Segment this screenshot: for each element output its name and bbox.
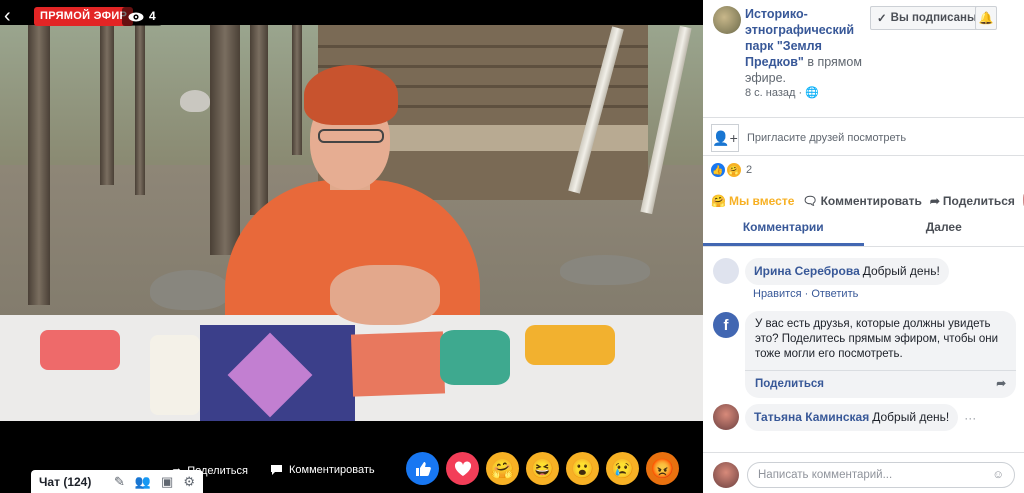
share-arrow-icon: ➦: [996, 378, 1006, 390]
viewer-count: 4: [122, 7, 162, 26]
check-icon: ✓: [877, 13, 887, 25]
rag-doll: [150, 335, 200, 415]
live-video-viewer: ‹ ПРЯМОЙ ЭФИР 4 ➦ Поделиться Комментиров…: [0, 0, 1024, 493]
share-suggestion-link[interactable]: Поделиться ➦: [755, 377, 1006, 392]
reaction-angry-icon[interactable]: 😡: [646, 452, 679, 485]
reaction-sad-icon[interactable]: 😢: [606, 452, 639, 485]
panel-tabs: Комментарии Далее: [703, 214, 1024, 246]
bell-icon[interactable]: 🔔: [975, 6, 997, 30]
share-suggestion-card: У вас есть друзья, которые должны увидет…: [745, 311, 1016, 398]
video-player[interactable]: ‹ ПРЯМОЙ ЭФИР 4 ➦ Поделиться Комментиров…: [0, 0, 703, 493]
reaction-love-icon[interactable]: [446, 452, 479, 485]
reaction-wow-icon[interactable]: 😮: [566, 452, 599, 485]
invite-friends-button[interactable]: 👤+ Пригласите друзей посмотреть: [711, 124, 906, 152]
subscribed-button[interactable]: ✓ Вы подписаны: [870, 6, 984, 30]
comment-text: Добрый день!: [872, 410, 950, 424]
like-link[interactable]: Нравится: [753, 288, 802, 300]
emoji-icon[interactable]: ☺: [992, 469, 1004, 481]
care-mini-icon: 🤗: [727, 163, 741, 177]
comment-icon: 🗨: [802, 194, 818, 208]
share-button[interactable]: ➦ Поделиться: [930, 194, 1015, 208]
share-arrow-icon: ➦: [929, 194, 940, 208]
reaction-care-icon[interactable]: 🤗: [486, 452, 519, 485]
comment-bubble: Ирина Сереброва Добрый день!: [745, 258, 949, 285]
gear-icon[interactable]: ⚙: [183, 474, 195, 490]
post-actions: 🤗 Мы вместе 🗨 Комментировать ➦ Поделитьс…: [711, 194, 1024, 208]
comment-item: Ирина Сереброва Добрый день!: [713, 258, 949, 285]
page-avatar[interactable]: [713, 6, 741, 34]
reaction-like-icon[interactable]: [406, 452, 439, 485]
comment-input[interactable]: Написать комментарий... ☺: [747, 462, 1015, 488]
tab-next[interactable]: Далее: [864, 214, 1024, 246]
comment-item: Татьяна Каминская Добрый день! ···: [713, 404, 976, 431]
video-comment-button[interactable]: Комментировать: [270, 464, 375, 476]
add-friend-icon: 👤+: [711, 124, 739, 152]
comment-button[interactable]: 🗨 Комментировать: [802, 194, 921, 208]
reaction-haha-icon[interactable]: 😆: [526, 452, 559, 485]
avatar[interactable]: [713, 258, 739, 284]
side-panel: Историко-этнографический парк "Земля Пре…: [703, 0, 1024, 493]
comment-author[interactable]: Татьяна Каминская: [754, 410, 869, 424]
page-title: Историко-этнографический парк "Земля Пре…: [745, 6, 865, 86]
more-options-icon[interactable]: ···: [964, 411, 976, 425]
chat-toggle[interactable]: Чат (124) ✎ 👥 ▣ ⚙: [31, 470, 203, 493]
avatar[interactable]: [713, 404, 739, 430]
globe-icon: 🌐: [805, 87, 819, 99]
comment-composer: Написать комментарий... ☺: [713, 462, 1015, 488]
people-icon[interactable]: 👥: [135, 474, 151, 490]
live-badge: ПРЯМОЙ ЭФИР: [34, 7, 134, 26]
like-mini-icon: 👍: [711, 163, 725, 177]
patterned-cloth: [200, 325, 355, 421]
edit-icon[interactable]: ✎: [114, 474, 125, 490]
video-frame: [0, 25, 703, 421]
eye-icon: [128, 12, 144, 21]
chat-label: Чат (124): [39, 474, 92, 489]
comment-author[interactable]: Ирина Сереброва: [754, 264, 860, 278]
avatar: [713, 462, 739, 488]
tab-comments[interactable]: Комментарии: [703, 214, 864, 246]
care-reaction-icon: 🤗: [711, 194, 726, 208]
video-call-icon[interactable]: ▣: [161, 474, 173, 490]
comment-bubble: Татьяна Каминская Добрый день!: [745, 404, 959, 431]
post-time[interactable]: 8 с. назад · 🌐: [745, 86, 819, 99]
back-chevron-icon[interactable]: ‹: [4, 6, 24, 26]
together-button[interactable]: 🤗 Мы вместе: [711, 194, 794, 208]
comment-text: Добрый день!: [862, 264, 940, 278]
reaction-summary[interactable]: 👍 🤗 2: [711, 163, 752, 177]
comment-meta: Нравится · Ответить: [753, 288, 859, 300]
share-suggestion-text: У вас есть друзья, которые должны увидет…: [755, 318, 999, 360]
facebook-logo-icon: f: [713, 312, 739, 338]
book: [350, 331, 446, 397]
reply-link[interactable]: Ответить: [811, 288, 858, 300]
comment-icon: [271, 465, 282, 475]
